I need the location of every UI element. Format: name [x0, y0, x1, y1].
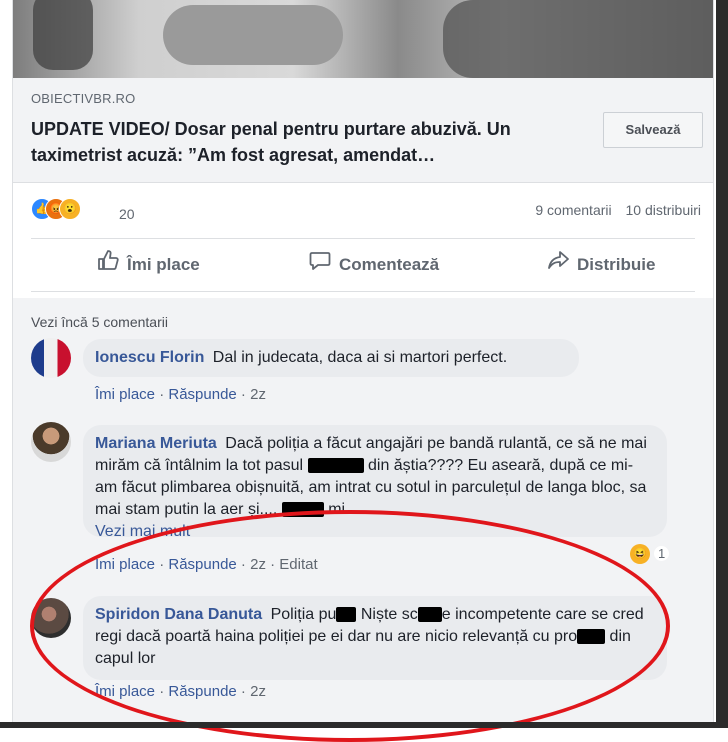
comment-author[interactable]: Spiridon Dana Danuta [95, 606, 262, 623]
facebook-post: OBIECTIVBR.RO UPDATE VIDEO/ Dosar penal … [12, 0, 714, 728]
comment-text: Niște sc [360, 606, 418, 623]
comment-author[interactable]: Ionescu Florin [95, 349, 204, 366]
like-button[interactable]: Îmi place [97, 239, 200, 291]
thumbs-up-icon [97, 240, 119, 292]
comment-text: mi... [328, 501, 359, 518]
see-more-link[interactable]: Vezi mai mult [95, 523, 190, 540]
image-shape [443, 0, 713, 78]
link-domain: OBIECTIVBR.RO [31, 91, 136, 106]
comment-time[interactable]: 2z [250, 683, 266, 700]
comment-label: Comentează [339, 255, 440, 274]
view-more-comments-link[interactable]: Vezi încă 5 comentarii [31, 314, 168, 330]
reaction-count[interactable]: 20 [119, 206, 135, 222]
engagement-counts: 9 comentarii 10 distribuiri [525, 202, 701, 218]
comment-button[interactable]: Comentează [309, 239, 439, 291]
share-arrow-icon [547, 240, 569, 292]
haha-reaction-icon: 😆 [630, 544, 650, 564]
image-shape [33, 0, 93, 70]
comment-like-link[interactable]: Îmi place [95, 556, 155, 573]
comment-reply-link[interactable]: Răspunde [168, 386, 236, 403]
comment-bubble: Mariana Meriuta Dacă poliția a făcut ang… [83, 425, 667, 540]
share-label: Distribuie [577, 255, 656, 274]
post-stats: 👍 😡 😮 20 9 comentarii 10 distribuiri [13, 194, 713, 228]
comment-text: Dal in judecata, daca ai si martori perf… [212, 349, 508, 366]
screenshot-border [0, 722, 728, 728]
action-bar: Îmi place Comentează Distribuie [31, 238, 695, 292]
comment-author[interactable]: Mariana Meriuta [95, 435, 217, 452]
comments-section: Vezi încă 5 comentarii Ionescu Florin Da… [13, 298, 713, 728]
avatar[interactable] [31, 338, 71, 378]
redaction-bar [577, 629, 606, 645]
wow-reaction-icon: 😮 [59, 198, 81, 220]
comment-text: Poliția pu [270, 606, 337, 623]
link-preview[interactable]: OBIECTIVBR.RO UPDATE VIDEO/ Dosar penal … [13, 78, 713, 183]
comment-reply-link[interactable]: Răspunde [168, 683, 236, 700]
redaction-bar [307, 458, 364, 474]
speech-bubble-icon [309, 240, 331, 292]
comment-reaction-count: 1 [654, 546, 670, 561]
comment-actions: Îmi place · Răspunde · 2z [95, 386, 266, 403]
comment-like-link[interactable]: Îmi place [95, 386, 155, 403]
screenshot-border [716, 0, 728, 728]
avatar[interactable] [31, 598, 71, 638]
redaction-bar [281, 502, 324, 518]
comment-time[interactable]: 2z [250, 556, 266, 573]
link-headline[interactable]: UPDATE VIDEO/ Dosar penal pentru purtare… [31, 116, 591, 168]
comment-like-link[interactable]: Îmi place [95, 683, 155, 700]
comment-reply-link[interactable]: Răspunde [168, 556, 236, 573]
comment-actions: Îmi place · Răspunde · 2z [95, 683, 266, 700]
share-button[interactable]: Distribuie [547, 239, 655, 291]
comment-bubble: Spiridon Dana Danuta Poliția pu Niște sc… [83, 596, 667, 680]
avatar[interactable] [31, 422, 71, 462]
comments-count[interactable]: 9 comentarii [535, 202, 611, 218]
edited-label[interactable]: Editat [279, 556, 317, 573]
save-button[interactable]: Salvează [603, 112, 703, 148]
image-shape [163, 5, 343, 65]
post-image[interactable] [13, 0, 713, 78]
comment-time[interactable]: 2z [250, 386, 266, 403]
redaction-bar [417, 607, 442, 623]
comment-bubble: Ionescu Florin Dal in judecata, daca ai … [83, 339, 579, 377]
shares-count[interactable]: 10 distribuiri [626, 202, 701, 218]
redaction-bar [336, 607, 357, 623]
comment-actions: Îmi place · Răspunde · 2z · Editat [95, 556, 318, 573]
like-label: Îmi place [127, 255, 200, 274]
